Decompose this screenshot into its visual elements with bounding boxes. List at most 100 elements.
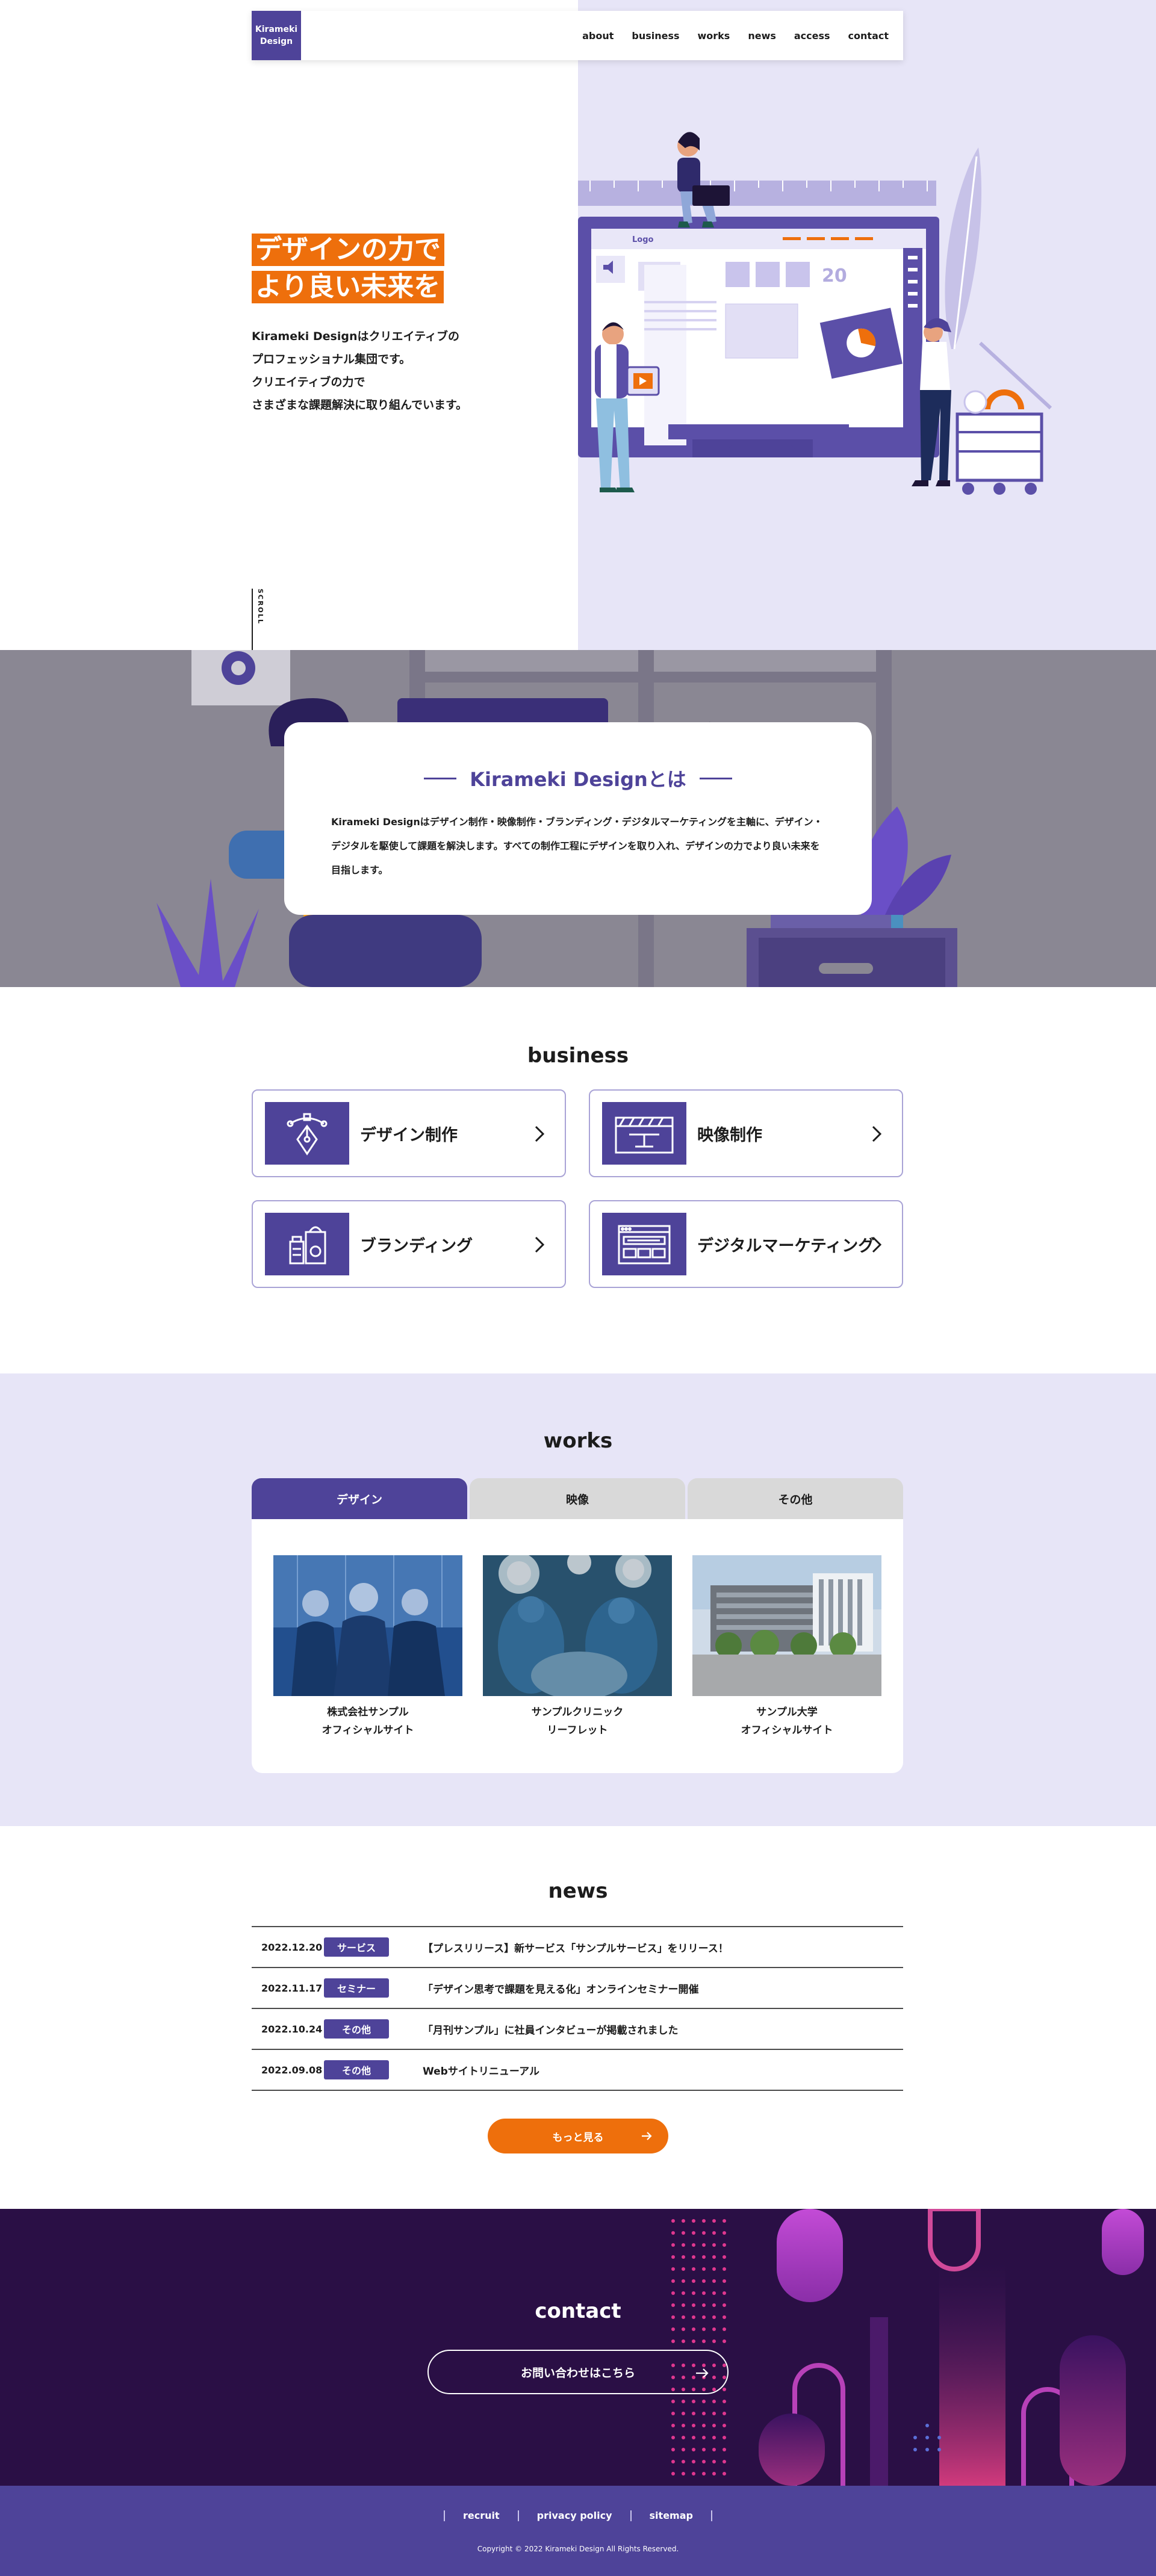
work-item[interactable]: 株式会社サンプル オフィシャルサイト	[273, 1555, 462, 1739]
work-item[interactable]: サンプル大学 オフィシャルサイト	[692, 1555, 881, 1739]
news-category-badge: セミナー	[324, 1978, 389, 1998]
footer-link-sitemap[interactable]: sitemap	[650, 2510, 693, 2521]
nav-news[interactable]: news	[748, 30, 776, 42]
footer-link-recruit[interactable]: recruit	[463, 2510, 500, 2521]
contact-section: contact お問い合わせはこちら	[0, 2209, 1156, 2486]
arrow-right-icon	[642, 2132, 652, 2140]
business-section: business デザイン制作 映像制作 ブランディング デジタルマーケティング	[0, 987, 1156, 1373]
work-caption: 株式会社サンプル オフィシャルサイト	[273, 1703, 462, 1739]
news-date: 2022.12.20	[261, 1941, 323, 1953]
news-item-title: 「デザイン思考で課題を見える化」オンラインセミナー開催	[423, 1983, 699, 1996]
nav-works[interactable]: works	[698, 30, 730, 42]
scroll-label: SCROLL	[256, 589, 264, 625]
tab-design[interactable]: デザイン	[252, 1478, 467, 1519]
chevron-right-icon	[535, 1125, 545, 1142]
works-panel: 株式会社サンプル オフィシャルサイト サンプルクリニック リーフレット サンプル…	[252, 1519, 903, 1773]
business-card-branding[interactable]: ブランディング	[252, 1200, 566, 1288]
news-item[interactable]: 2022.10.24 その他 「月刊サンプル」に社員インタビューが掲載されました	[252, 2009, 903, 2050]
title-bar-right	[699, 777, 732, 779]
news-item[interactable]: 2022.11.17 セミナー 「デザイン思考で課題を見える化」オンラインセミナ…	[252, 1968, 903, 2009]
surgery-photo	[483, 1555, 672, 1696]
chevron-right-icon	[535, 1236, 545, 1253]
site-header: Kirameki Design about business works new…	[252, 11, 903, 60]
global-nav: about business works news access contact	[582, 30, 903, 42]
contact-background-pattern	[0, 2209, 1156, 2486]
about-title-row: Kirameki Designとは	[331, 764, 825, 792]
news-section: news 2022.12.20 サービス 【プレスリリース】新サービス「サンプル…	[0, 1826, 1156, 2209]
clapperboard-icon	[602, 1102, 686, 1165]
tab-other[interactable]: その他	[688, 1478, 903, 1519]
works-tabs: デザイン 映像 その他	[252, 1478, 903, 1519]
contact-title: contact	[535, 2299, 621, 2323]
business-label: ブランディング	[360, 1236, 473, 1255]
contact-button[interactable]: お問い合わせはこちら	[427, 2350, 729, 2394]
work-caption-line: サンプル大学	[756, 1706, 818, 1718]
work-caption-line: リーフレット	[547, 1724, 608, 1736]
work-caption-line: オフィシャルサイト	[741, 1724, 833, 1736]
news-category-badge: その他	[324, 2019, 389, 2039]
works-section: works デザイン 映像 その他 株式会社サンプル オフィシャルサイト サンプ…	[0, 1373, 1156, 1826]
screen-logo-text: Logo	[632, 235, 654, 244]
news-list: 2022.12.20 サービス 【プレスリリース】新サービス「サンプルサービス」…	[252, 1926, 903, 2091]
news-item[interactable]: 2022.12.20 サービス 【プレスリリース】新サービス「サンプルサービス」…	[252, 1927, 903, 1968]
hero-desc-line: クリエイティブの力で	[252, 376, 365, 389]
contact-button-label: お問い合わせはこちら	[520, 2366, 635, 2380]
catch-line-2: より良い未来を	[252, 271, 444, 303]
footer-separator	[710, 2510, 712, 2521]
hero-description: Kirameki Designはクリエイティブの プロフェッショナル集団です。 …	[252, 325, 467, 416]
business-label: 映像制作	[697, 1125, 762, 1145]
logo-line1: Kirameki	[255, 25, 298, 34]
about-card: Kirameki Designとは Kirameki Designはデザイン制作…	[284, 722, 872, 915]
hero-section: デザインの力で より良い未来を Kirameki Designはクリエイティブの…	[0, 0, 1156, 650]
site-logo[interactable]: Kirameki Design	[252, 11, 301, 60]
business-label: デジタルマーケティング	[697, 1236, 875, 1255]
news-item[interactable]: 2022.09.08 その他 Webサイトリニューアル	[252, 2050, 903, 2091]
work-caption: サンプル大学 オフィシャルサイト	[692, 1703, 881, 1739]
business-title: business	[527, 1044, 629, 1068]
hero-copy: デザインの力で より良い未来を Kirameki Designはクリエイティブの…	[252, 234, 467, 416]
web-layout-icon	[602, 1213, 686, 1275]
university-building-photo	[692, 1555, 881, 1696]
copyright: Copyright © 2022 Kirameki Design All Rig…	[477, 2545, 679, 2553]
catch-line-1: デザインの力で	[252, 234, 444, 266]
hero-desc-line: さまざまな課題解決に取り組んでいます。	[252, 398, 468, 412]
nav-access[interactable]: access	[794, 30, 830, 42]
hero-illustration: Logo 20	[578, 132, 1052, 495]
business-card-design[interactable]: デザイン制作	[252, 1089, 566, 1177]
business-card-video[interactable]: 映像制作	[589, 1089, 903, 1177]
footer-link-privacy[interactable]: privacy policy	[537, 2510, 612, 2521]
footer-separator	[444, 2510, 446, 2521]
site-footer: recruit privacy policy sitemap Copyright…	[0, 2486, 1156, 2576]
more-news-button[interactable]: もっと見る	[488, 2119, 668, 2153]
arrow-right-icon	[696, 2368, 709, 2378]
hero-desc-line: Kirameki Designはクリエイティブの	[252, 330, 459, 343]
hero-desc-line: プロフェッショナル集団です。	[252, 353, 411, 366]
work-item[interactable]: サンプルクリニック リーフレット	[483, 1555, 672, 1739]
nav-contact[interactable]: contact	[848, 30, 889, 42]
business-card-digital-marketing[interactable]: デジタルマーケティング	[589, 1200, 903, 1288]
more-news-label: もっと見る	[552, 2131, 604, 2144]
pen-tool-icon	[265, 1102, 349, 1165]
work-caption-line: サンプルクリニック	[531, 1706, 624, 1718]
news-category-badge: その他	[324, 2060, 389, 2079]
news-item-title: 【プレスリリース】新サービス「サンプルサービス」をリリース！	[423, 1942, 729, 1955]
chevron-right-icon	[872, 1236, 882, 1253]
news-date: 2022.09.08	[261, 2064, 323, 2076]
news-title: news	[548, 1879, 608, 1903]
nav-business[interactable]: business	[632, 30, 679, 42]
news-date: 2022.11.17	[261, 1982, 323, 1994]
work-caption: サンプルクリニック リーフレット	[483, 1703, 672, 1739]
work-caption-line: 株式会社サンプル	[327, 1706, 409, 1718]
tab-video[interactable]: 映像	[470, 1478, 685, 1519]
news-date: 2022.10.24	[261, 2023, 323, 2035]
about-title: Kirameki Designとは	[470, 768, 686, 791]
business-people-photo	[273, 1555, 462, 1696]
about-text: Kirameki Designはデザイン制作・映像制作・ブランディング・デジタル…	[331, 816, 823, 876]
products-icon	[265, 1213, 349, 1275]
about-section: Kirameki Designとは Kirameki Designはデザイン制作…	[0, 650, 1156, 987]
business-grid: デザイン制作 映像制作 ブランディング デジタルマーケティング	[252, 1089, 903, 1288]
footer-separator	[517, 2510, 519, 2521]
news-item-title: 「月刊サンプル」に社員インタビューが掲載されました	[423, 2024, 679, 2037]
nav-about[interactable]: about	[582, 30, 614, 42]
title-bar-left	[424, 777, 457, 779]
